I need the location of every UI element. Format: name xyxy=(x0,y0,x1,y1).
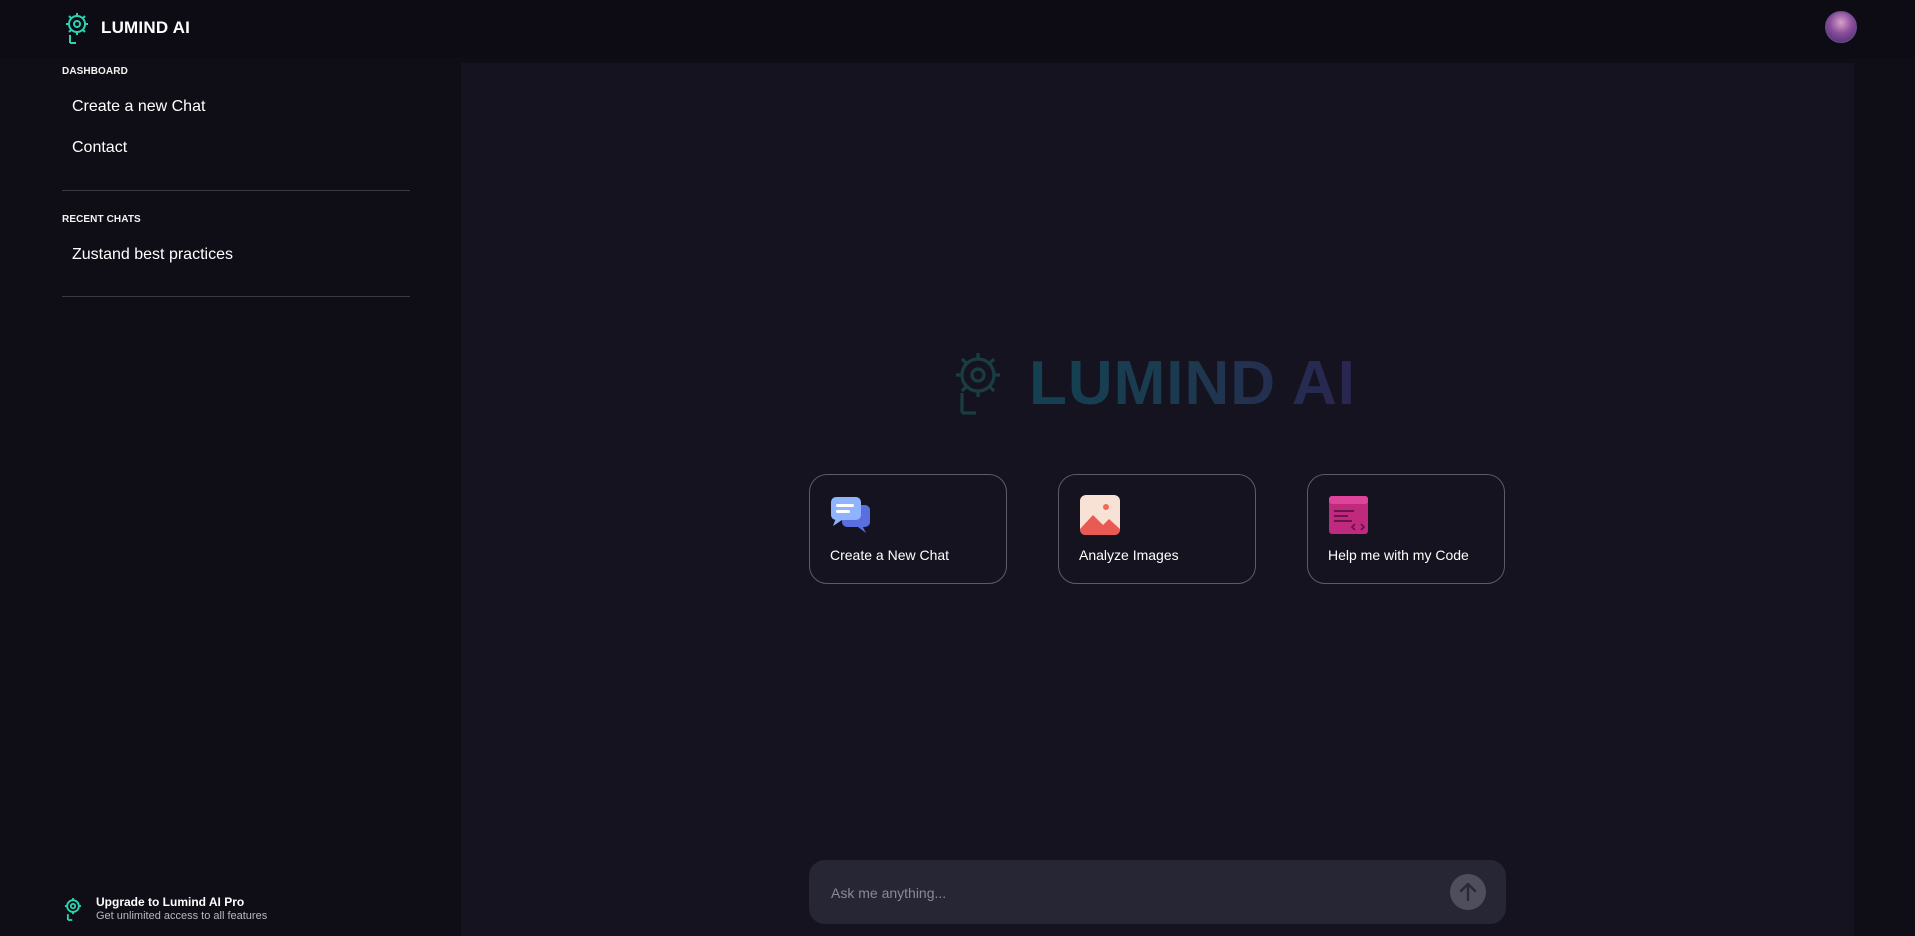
card-label: Create a New Chat xyxy=(830,547,950,563)
user-avatar[interactable] xyxy=(1825,11,1857,43)
top-header: LUMIND AI xyxy=(0,0,1915,58)
hero-title: LUMIND AI xyxy=(1029,348,1356,418)
card-label: Analyze Images xyxy=(1079,547,1179,563)
image-icon xyxy=(1080,495,1120,535)
create-new-chat-card[interactable]: Create a New Chat xyxy=(809,474,1007,584)
gear-head-icon xyxy=(64,898,82,921)
analyze-images-card[interactable]: Analyze Images xyxy=(1058,474,1256,584)
sidebar-divider xyxy=(62,190,410,191)
sidebar-divider xyxy=(62,296,410,297)
gear-head-icon xyxy=(66,13,88,44)
recent-chats-section-label: RECENT CHATS xyxy=(62,214,141,225)
sidebar-item-create-new-chat[interactable]: Create a new Chat xyxy=(62,90,407,124)
brand-name: LUMIND AI xyxy=(101,18,190,37)
chat-bubbles-icon xyxy=(831,497,870,533)
sidebar: DASHBOARD Create a new Chat Contact RECE… xyxy=(0,58,461,936)
code-window-icon xyxy=(1329,496,1368,534)
sidebar-item-contact[interactable]: Contact xyxy=(62,131,407,165)
hero-logo: LUMIND AI xyxy=(945,348,1356,418)
send-button[interactable] xyxy=(1450,874,1486,910)
upgrade-pro-banner[interactable]: Upgrade to Lumind AI Pro Get unlimited a… xyxy=(62,892,362,926)
gear-head-icon xyxy=(956,353,1000,415)
arrow-up-icon xyxy=(1459,882,1477,902)
chat-composer xyxy=(809,860,1506,924)
upgrade-subtitle: Get unlimited access to all features xyxy=(96,910,268,922)
chat-input[interactable] xyxy=(829,880,1433,906)
brand[interactable]: LUMIND AI xyxy=(62,10,190,46)
recent-chat-item[interactable]: Zustand best practices xyxy=(62,238,407,272)
help-with-code-card[interactable]: Help me with my Code xyxy=(1307,474,1505,584)
card-label: Help me with my Code xyxy=(1328,547,1469,563)
dashboard-section-label: DASHBOARD xyxy=(62,66,128,77)
upgrade-title: Upgrade to Lumind AI Pro xyxy=(96,895,245,909)
